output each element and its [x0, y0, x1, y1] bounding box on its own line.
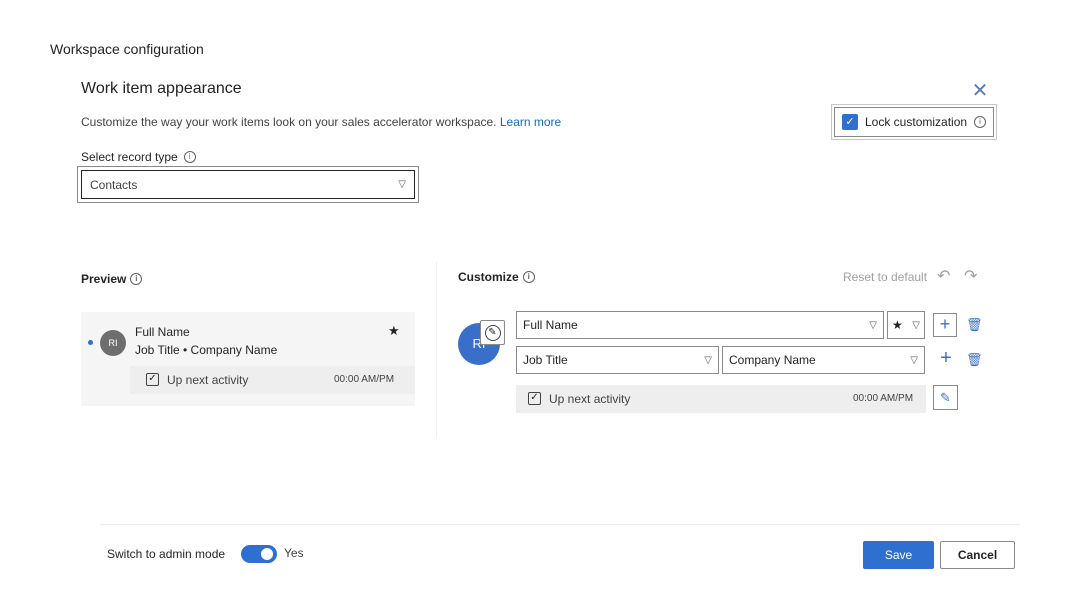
customize-label-text: Customize	[458, 270, 519, 284]
delete-icon[interactable]: 🗑	[966, 317, 983, 333]
info-icon[interactable]: i	[130, 273, 143, 285]
cancel-button[interactable]: Cancel	[940, 541, 1015, 569]
edit-activity-icon[interactable]: ✎	[933, 385, 958, 410]
chevron-down-icon: ▽	[398, 179, 406, 190]
lock-customization-checkbox[interactable]: ✓ Lock customization i	[831, 104, 997, 140]
record-type-value: Contacts	[90, 177, 138, 192]
edit-avatar-button[interactable]: ✎	[480, 320, 505, 345]
preview-secondary-text: Job Title • Company Name	[135, 343, 278, 357]
window-title: Workspace configuration	[50, 41, 204, 57]
panel-description: Customize the way your work items look o…	[81, 115, 561, 129]
info-icon[interactable]: i	[522, 271, 535, 283]
star-icon: ★	[892, 318, 903, 332]
add-field-button[interactable]: +	[935, 348, 957, 370]
redo-icon[interactable]: ↷	[964, 266, 977, 286]
toggle-knob	[261, 548, 273, 560]
admin-mode-state: Yes	[284, 546, 304, 560]
chevron-down-icon: ▽	[910, 354, 918, 366]
section-divider	[436, 262, 437, 437]
company-name-value: Company Name	[729, 353, 816, 367]
info-icon[interactable]: i	[974, 116, 987, 128]
customize-activity-time: 00:00 AM/PM	[853, 393, 914, 404]
record-type-label: Select record type i	[81, 150, 196, 164]
add-field-button[interactable]: +	[933, 313, 957, 337]
record-type-select[interactable]: Contacts ▽	[81, 170, 415, 199]
primary-field-value: Full Name	[523, 318, 578, 332]
record-type-label-text: Select record type	[81, 150, 178, 164]
delete-icon[interactable]: 🗑	[966, 352, 983, 368]
checkbox-checked-icon: ✓	[842, 114, 858, 130]
customize-label: Customize i	[458, 270, 535, 284]
preview-avatar: RI	[100, 330, 126, 356]
record-type-select-wrapper: Contacts ▽	[77, 166, 419, 203]
undo-icon[interactable]: ↶	[937, 266, 950, 286]
primary-field-select[interactable]: Full Name ▽	[516, 311, 884, 339]
preview-activity-text: Up next activity	[167, 373, 249, 387]
description-text: Customize the way your work items look o…	[81, 115, 497, 129]
star-icon: ★	[388, 323, 400, 338]
activity-checkbox-icon: ✓	[146, 373, 159, 386]
chevron-down-icon: ▽	[912, 319, 920, 331]
customize-activity-text: Up next activity	[549, 392, 631, 406]
lock-customization-label: Lock customization	[865, 115, 968, 129]
footer-divider	[100, 524, 1020, 525]
chevron-down-icon: ▽	[869, 319, 877, 331]
panel-title: Work item appearance	[81, 80, 242, 97]
reset-to-default-button[interactable]: Reset to default	[843, 270, 927, 284]
admin-mode-label: Switch to admin mode	[107, 547, 226, 561]
job-title-value: Job Title	[523, 353, 568, 367]
company-name-select[interactable]: Company Name ▽	[722, 346, 925, 374]
preview-label: Preview i	[81, 272, 143, 286]
pencil-icon: ✎	[484, 324, 501, 341]
star-select[interactable]: ★ ▽	[887, 311, 925, 339]
preview-primary-text: Full Name	[135, 325, 190, 339]
unread-dot-icon	[88, 340, 93, 345]
learn-more-link[interactable]: Learn more	[500, 115, 561, 129]
job-title-select[interactable]: Job Title ▽	[516, 346, 719, 374]
close-icon[interactable]: ✕	[970, 81, 990, 102]
info-icon[interactable]: i	[183, 151, 196, 163]
preview-label-text: Preview	[81, 272, 127, 286]
chevron-down-icon: ▽	[704, 354, 712, 366]
save-button[interactable]: Save	[863, 541, 934, 569]
activity-checkbox[interactable]: ✓	[528, 392, 541, 405]
preview-activity-time: 00:00 AM/PM	[334, 374, 395, 385]
